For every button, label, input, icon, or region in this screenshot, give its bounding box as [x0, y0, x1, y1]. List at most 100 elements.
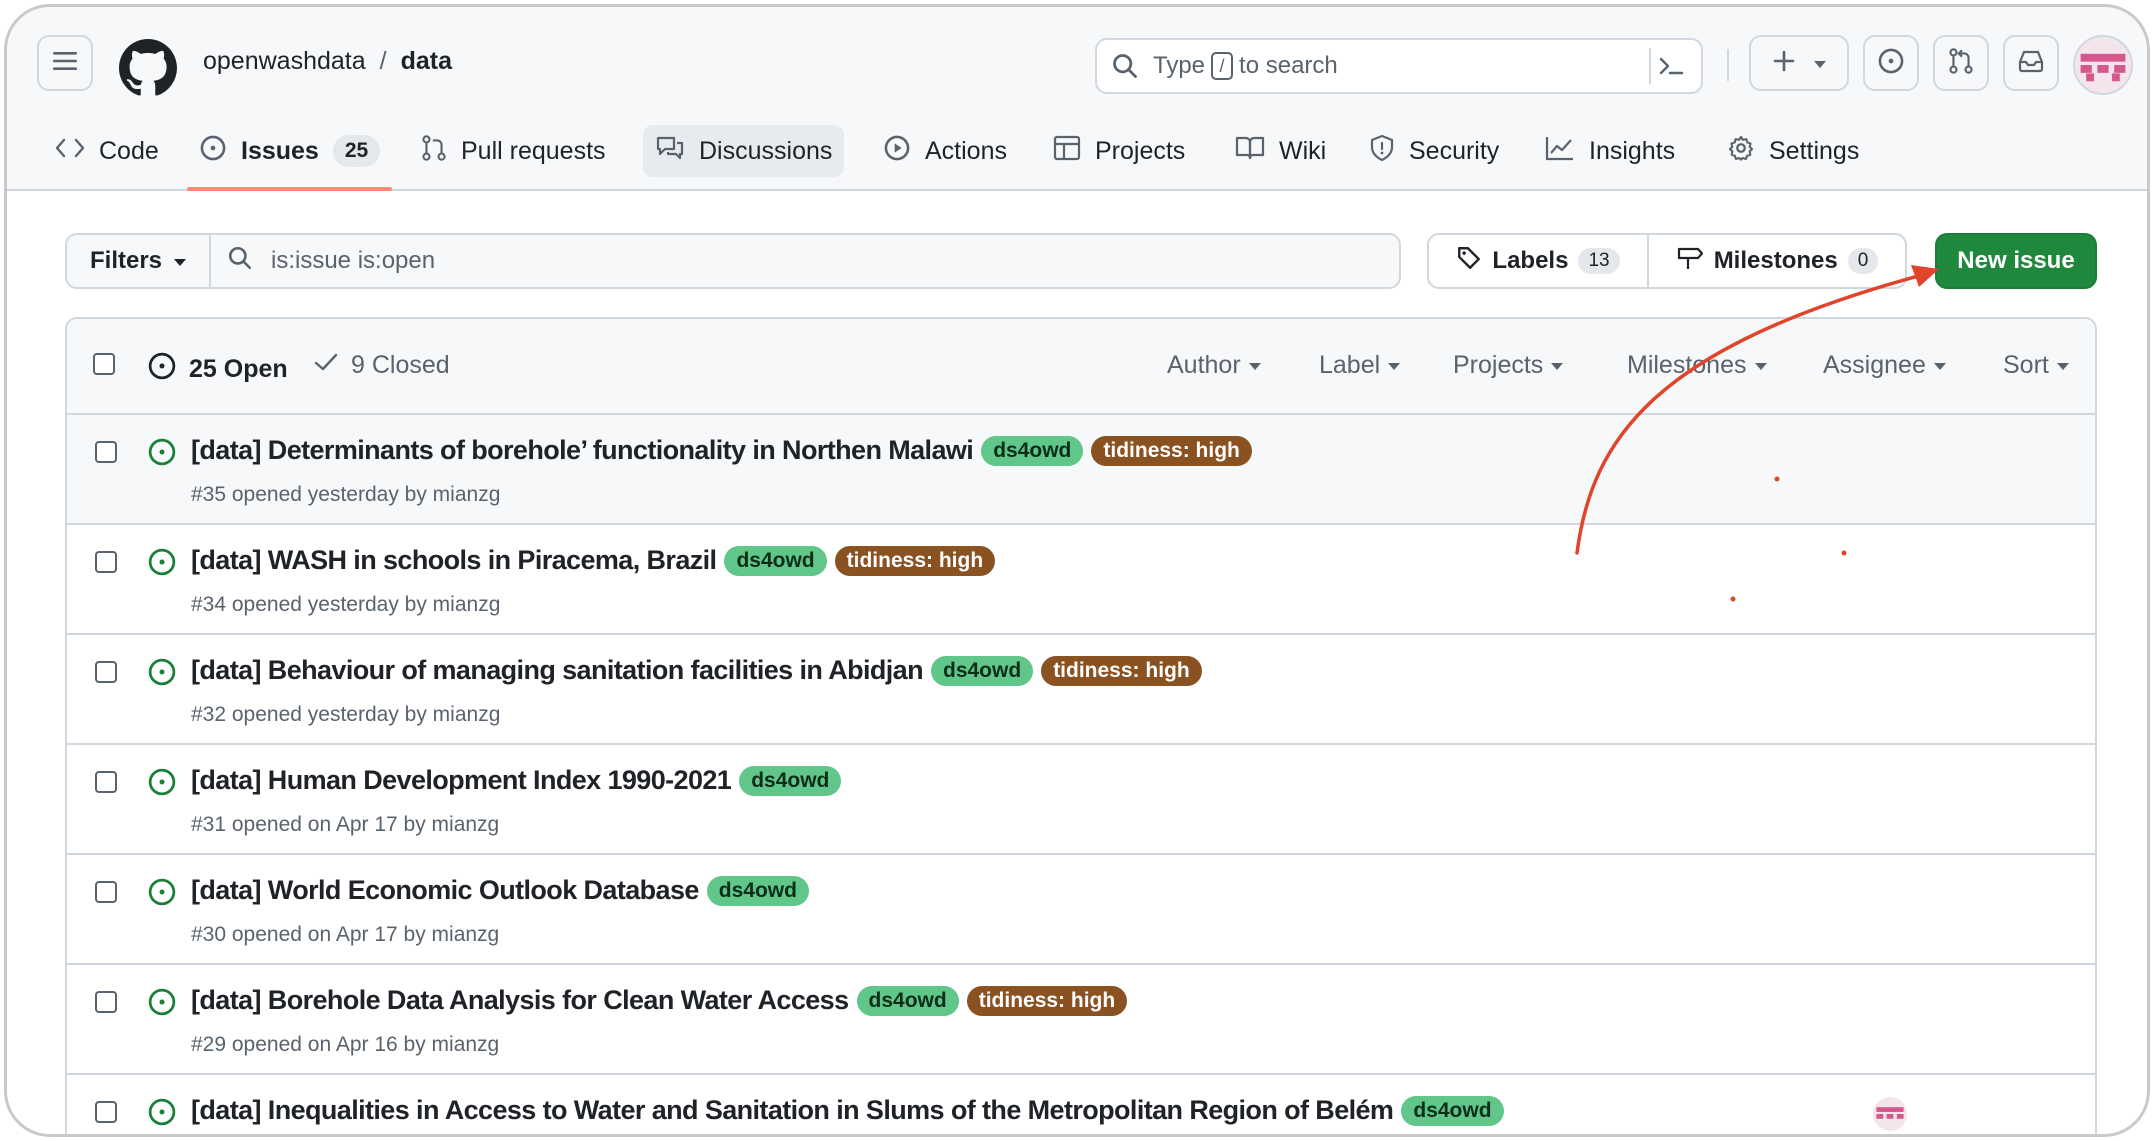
- chevron-down-icon: [1754, 363, 1767, 370]
- search-placeholder-suffix: to search: [1239, 52, 1338, 79]
- issue-label-badge[interactable]: ds4owd: [739, 765, 842, 796]
- top-bar: openwashdata / data Type / to search: [7, 35, 2147, 99]
- global-search-input[interactable]: Type / to search: [1095, 38, 1703, 94]
- filters-dropdown-button[interactable]: Filters: [67, 235, 211, 287]
- issue-open-icon: [1877, 47, 1905, 80]
- issue-title-line: [data] Inequalities in Access to Water a…: [191, 1095, 1504, 1126]
- repo-name-link[interactable]: data: [401, 47, 452, 76]
- pull-requests-shortcut-button[interactable]: [1933, 35, 1989, 91]
- tab-settings[interactable]: Settings: [1715, 125, 1871, 177]
- issue-row[interactable]: [data] Behaviour of managing sanitation …: [67, 635, 2095, 745]
- tab-code[interactable]: Code: [43, 125, 171, 177]
- issue-row[interactable]: [data] Borehole Data Analysis for Clean …: [67, 965, 2095, 1075]
- issue-label-badge[interactable]: ds4owd: [1401, 1095, 1504, 1126]
- sort-dropdown[interactable]: Sort: [2003, 351, 2069, 380]
- issue-row[interactable]: [data] World Economic Outlook Database ds…: [67, 855, 2095, 965]
- tab-wiki[interactable]: Wiki: [1223, 125, 1338, 177]
- tab-actions[interactable]: Actions: [871, 125, 1019, 177]
- repo-owner-link[interactable]: openwashdata: [203, 47, 366, 76]
- issue-title-link[interactable]: [data] Inequalities in Access to Water a…: [191, 1095, 1394, 1126]
- new-issue-button[interactable]: New issue: [1935, 233, 2097, 289]
- pull-request-icon: [421, 134, 447, 169]
- tab-insights[interactable]: Insights: [1533, 125, 1687, 177]
- hamburger-icon: [53, 51, 77, 76]
- issue-label-badge[interactable]: ds4owd: [706, 875, 809, 906]
- issue-row[interactable]: [data] Human Development Index 1990-2021…: [67, 745, 2095, 855]
- labels-button[interactable]: Labels 13: [1429, 235, 1649, 287]
- issue-label-badge[interactable]: ds4owd: [981, 435, 1084, 466]
- issue-title-line: [data] Borehole Data Analysis for Clean …: [191, 985, 1128, 1016]
- issue-row[interactable]: [data] Determinants of borehole’ functio…: [67, 415, 2095, 525]
- assignee-filter-dropdown[interactable]: Assignee: [1823, 351, 1946, 380]
- issue-search-input[interactable]: is:issue is:open: [211, 235, 1399, 287]
- select-all-checkbox[interactable]: [93, 353, 115, 375]
- milestones-count-badge: 0: [1847, 248, 1879, 274]
- issue-label-badge[interactable]: tidiness: high: [1041, 655, 1202, 686]
- repo-nav-tabs: Code Issues 25 Pull requests Discussions…: [7, 125, 2147, 191]
- command-palette-icon[interactable]: [1649, 48, 1691, 84]
- issue-checkbox[interactable]: [95, 551, 117, 573]
- discussions-icon: [655, 135, 685, 168]
- tab-label: Pull requests: [461, 136, 606, 165]
- milestones-filter-dropdown[interactable]: Milestones: [1627, 351, 1767, 380]
- gear-icon: [1727, 134, 1755, 169]
- issue-checkbox[interactable]: [95, 441, 117, 463]
- issue-title-link[interactable]: [data] Determinants of borehole’ functio…: [191, 435, 974, 466]
- inbox-button[interactable]: [2003, 35, 2059, 91]
- avatar[interactable]: [2073, 35, 2133, 95]
- tab-issues[interactable]: Issues 25: [187, 125, 393, 191]
- labels-count-badge: 13: [1578, 248, 1620, 274]
- issue-row[interactable]: [data] WASH in schools in Piracema, Braz…: [67, 525, 2095, 635]
- issues-shortcut-button[interactable]: [1863, 35, 1919, 91]
- issue-label-badge[interactable]: tidiness: high: [966, 985, 1128, 1016]
- issue-label-badge[interactable]: ds4owd: [724, 545, 827, 576]
- issue-filter-bar: Filters is:issue is:open: [65, 233, 1401, 289]
- labels-label: Labels: [1492, 247, 1569, 274]
- issue-label-badge[interactable]: ds4owd: [931, 655, 1034, 686]
- issue-label-badge[interactable]: tidiness: high: [1091, 435, 1252, 466]
- tag-icon: [1456, 245, 1482, 278]
- open-issues-toggle[interactable]: 25 Open: [147, 351, 288, 388]
- closed-issues-toggle[interactable]: 9 Closed: [313, 351, 450, 380]
- issue-open-icon: [147, 657, 177, 692]
- breadcrumb: openwashdata / data: [203, 47, 452, 76]
- issue-open-icon: [147, 547, 177, 582]
- issue-row[interactable]: [data] Inequalities in Access to Water a…: [67, 1075, 2095, 1134]
- issue-checkbox[interactable]: [95, 991, 117, 1013]
- issue-open-icon: [147, 1097, 177, 1132]
- issues-list-header: 25 Open 9 Closed Author Label Projects M…: [67, 319, 2095, 415]
- chevron-down-icon: [1814, 60, 1826, 68]
- issue-title-link[interactable]: [data] Behaviour of managing sanitation …: [191, 655, 924, 686]
- milestones-button[interactable]: Milestones 0: [1649, 235, 1905, 287]
- search-icon: [227, 245, 253, 278]
- issue-rows: [data] Determinants of borehole’ functio…: [67, 415, 2095, 1134]
- issue-checkbox[interactable]: [95, 771, 117, 793]
- issue-meta: #35 opened yesterday by mianzg: [191, 483, 501, 506]
- issue-label-badge[interactable]: tidiness: high: [834, 545, 996, 576]
- tab-projects[interactable]: Projects: [1041, 125, 1197, 177]
- tab-pull-requests[interactable]: Pull requests: [409, 125, 618, 177]
- issue-checkbox[interactable]: [95, 661, 117, 683]
- github-logo-icon[interactable]: [119, 39, 177, 102]
- check-icon: [313, 351, 339, 380]
- issue-title-link[interactable]: [data] WASH in schools in Piracema, Braz…: [191, 545, 717, 576]
- issue-title-link[interactable]: [data] Human Development Index 1990-2021: [191, 765, 732, 796]
- author-filter-dropdown[interactable]: Author: [1167, 351, 1261, 380]
- tab-discussions[interactable]: Discussions: [643, 125, 845, 177]
- issue-checkbox[interactable]: [95, 881, 117, 903]
- milestones-filter-label: Milestones: [1627, 351, 1747, 379]
- label-filter-dropdown[interactable]: Label: [1319, 351, 1401, 380]
- menu-button[interactable]: [37, 35, 93, 91]
- issue-title-link[interactable]: [data] Borehole Data Analysis for Clean …: [191, 985, 849, 1016]
- issue-label-badge[interactable]: ds4owd: [856, 985, 959, 1016]
- projects-filter-dropdown[interactable]: Projects: [1453, 351, 1564, 380]
- tab-label: Security: [1409, 136, 1500, 165]
- assignee-avatar[interactable]: [1873, 1097, 1907, 1131]
- search-placeholder-prefix: Type: [1153, 52, 1206, 79]
- sort-label: Sort: [2003, 351, 2049, 379]
- inbox-icon: [2017, 49, 2045, 78]
- tab-security[interactable]: Security: [1357, 125, 1511, 177]
- issue-checkbox[interactable]: [95, 1101, 117, 1123]
- create-new-button[interactable]: [1749, 35, 1849, 91]
- issue-title-link[interactable]: [data] World Economic Outlook Database: [191, 875, 699, 906]
